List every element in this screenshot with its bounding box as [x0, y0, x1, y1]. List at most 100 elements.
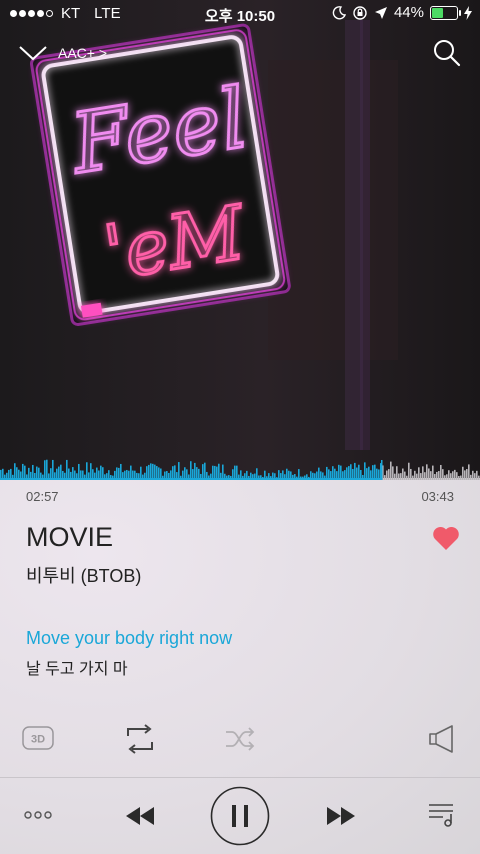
- speaker-icon[interactable]: [427, 724, 457, 754]
- battery-percent: 44%: [393, 4, 424, 21]
- waveform-bar: [464, 470, 466, 480]
- waveform-bar: [190, 461, 192, 480]
- waveform-bar: [350, 464, 352, 480]
- waveform-bar: [460, 475, 462, 480]
- waveform-bar: [470, 474, 472, 480]
- waveform-bar: [416, 473, 418, 480]
- waveform-bar: [58, 466, 60, 480]
- waveform-bar: [100, 465, 102, 480]
- divider: [0, 777, 480, 778]
- artist-name[interactable]: 비투비 (BTOB): [26, 562, 141, 588]
- waveform-bar: [456, 472, 458, 480]
- waveform-bar: [372, 465, 374, 480]
- waveform-bar: [202, 464, 204, 480]
- album-artwork: Feel 'eM KT LTE 오후 10:50 44% AAC+ >: [0, 0, 480, 478]
- progress-line: [0, 478, 381, 480]
- waveform-bar: [24, 465, 26, 480]
- elapsed-time: 02:57: [26, 489, 59, 504]
- waveform-bar: [66, 459, 68, 480]
- waveform-bar: [406, 475, 408, 480]
- waveform-bar: [60, 464, 62, 480]
- waveform-bar: [174, 465, 176, 480]
- repeat-icon[interactable]: [124, 724, 156, 754]
- playlist-icon[interactable]: [428, 802, 456, 828]
- waveform-bar: [454, 469, 456, 480]
- waveform-bar: [410, 468, 412, 480]
- heart-icon[interactable]: [432, 525, 460, 551]
- playhead[interactable]: [381, 460, 383, 480]
- waveform-bar: [442, 469, 444, 480]
- waveform-bar: [396, 466, 398, 480]
- 3d-icon[interactable]: 3D: [22, 726, 54, 750]
- waveform-bar: [466, 469, 468, 480]
- charging-bolt-icon: [464, 5, 472, 20]
- waveform-bar: [222, 464, 224, 480]
- song-title: MOVIE: [26, 522, 114, 552]
- shuffle-icon[interactable]: [224, 726, 256, 752]
- waveform-bar: [130, 465, 132, 480]
- waveform-bar: [426, 464, 428, 480]
- waveform-bar: [388, 469, 390, 480]
- battery-fill: [432, 7, 443, 18]
- rotation-lock-icon: [353, 5, 367, 20]
- waveform-bar: [86, 462, 88, 480]
- 3d-label: 3D: [31, 734, 45, 746]
- waveform-bar: [468, 464, 470, 480]
- lyric-current-line[interactable]: Move your body right now: [26, 628, 232, 649]
- network-type: LTE: [94, 5, 121, 22]
- neon-sign-artwork: Feel 'eM: [0, 0, 480, 478]
- signal-dot: [28, 10, 35, 17]
- waveform-bar: [384, 475, 386, 480]
- waveform-progress[interactable]: [0, 440, 480, 480]
- waveform-bar: [194, 462, 196, 480]
- waveform-bar: [412, 475, 414, 480]
- signal-dot: [46, 10, 53, 17]
- waveform-bar: [234, 465, 236, 480]
- waveform-bar: [444, 475, 446, 480]
- waveform-bar: [432, 465, 434, 480]
- waveform-bar: [404, 471, 406, 480]
- waveform-bar: [374, 464, 376, 480]
- fast-forward-icon[interactable]: [325, 805, 357, 827]
- waveform-bar: [400, 473, 402, 480]
- total-time: 03:43: [421, 489, 454, 504]
- waveform-bar: [340, 465, 342, 480]
- more-icon[interactable]: [24, 810, 52, 820]
- waveform-bar: [172, 466, 174, 480]
- waveform-bar: [452, 471, 454, 480]
- waveform-bar: [402, 468, 404, 480]
- lyric-next-line[interactable]: 날 두고 가지 마: [26, 655, 128, 679]
- waveform-bar: [394, 473, 396, 480]
- audio-quality-button[interactable]: AAC+ >: [58, 45, 107, 61]
- waveform-bar: [458, 475, 460, 480]
- moon-icon: [332, 5, 346, 19]
- waveform-bar: [474, 473, 476, 480]
- signal-dot: [19, 10, 26, 17]
- waveform-bar: [236, 465, 238, 480]
- waveform-bar: [78, 463, 80, 480]
- battery-icon: [430, 5, 461, 20]
- waveform-bar: [358, 464, 360, 480]
- waveform-bar: [420, 473, 422, 480]
- waveform-bar: [476, 470, 478, 480]
- waveform-bar: [152, 463, 154, 480]
- chevron-down-icon[interactable]: [18, 42, 48, 64]
- waveform-bar: [386, 470, 388, 480]
- location-icon: [374, 6, 387, 19]
- waveform-bar: [178, 462, 180, 480]
- signal-dot: [10, 10, 17, 17]
- waveform-bar: [204, 462, 206, 480]
- search-icon[interactable]: [432, 38, 462, 68]
- waveform-bar: [348, 466, 350, 480]
- waveform-bar: [408, 462, 410, 480]
- waveform-bar: [52, 459, 54, 480]
- waveform-bar: [430, 471, 432, 480]
- pause-icon[interactable]: [210, 786, 270, 846]
- rewind-icon[interactable]: [124, 805, 156, 827]
- waveform-bar: [392, 466, 394, 480]
- waveform-bar: [398, 473, 400, 480]
- carrier-label: KT: [61, 5, 81, 22]
- waveform-bar: [446, 474, 448, 480]
- waveform-bar: [440, 464, 442, 480]
- waveform-bar: [448, 470, 450, 480]
